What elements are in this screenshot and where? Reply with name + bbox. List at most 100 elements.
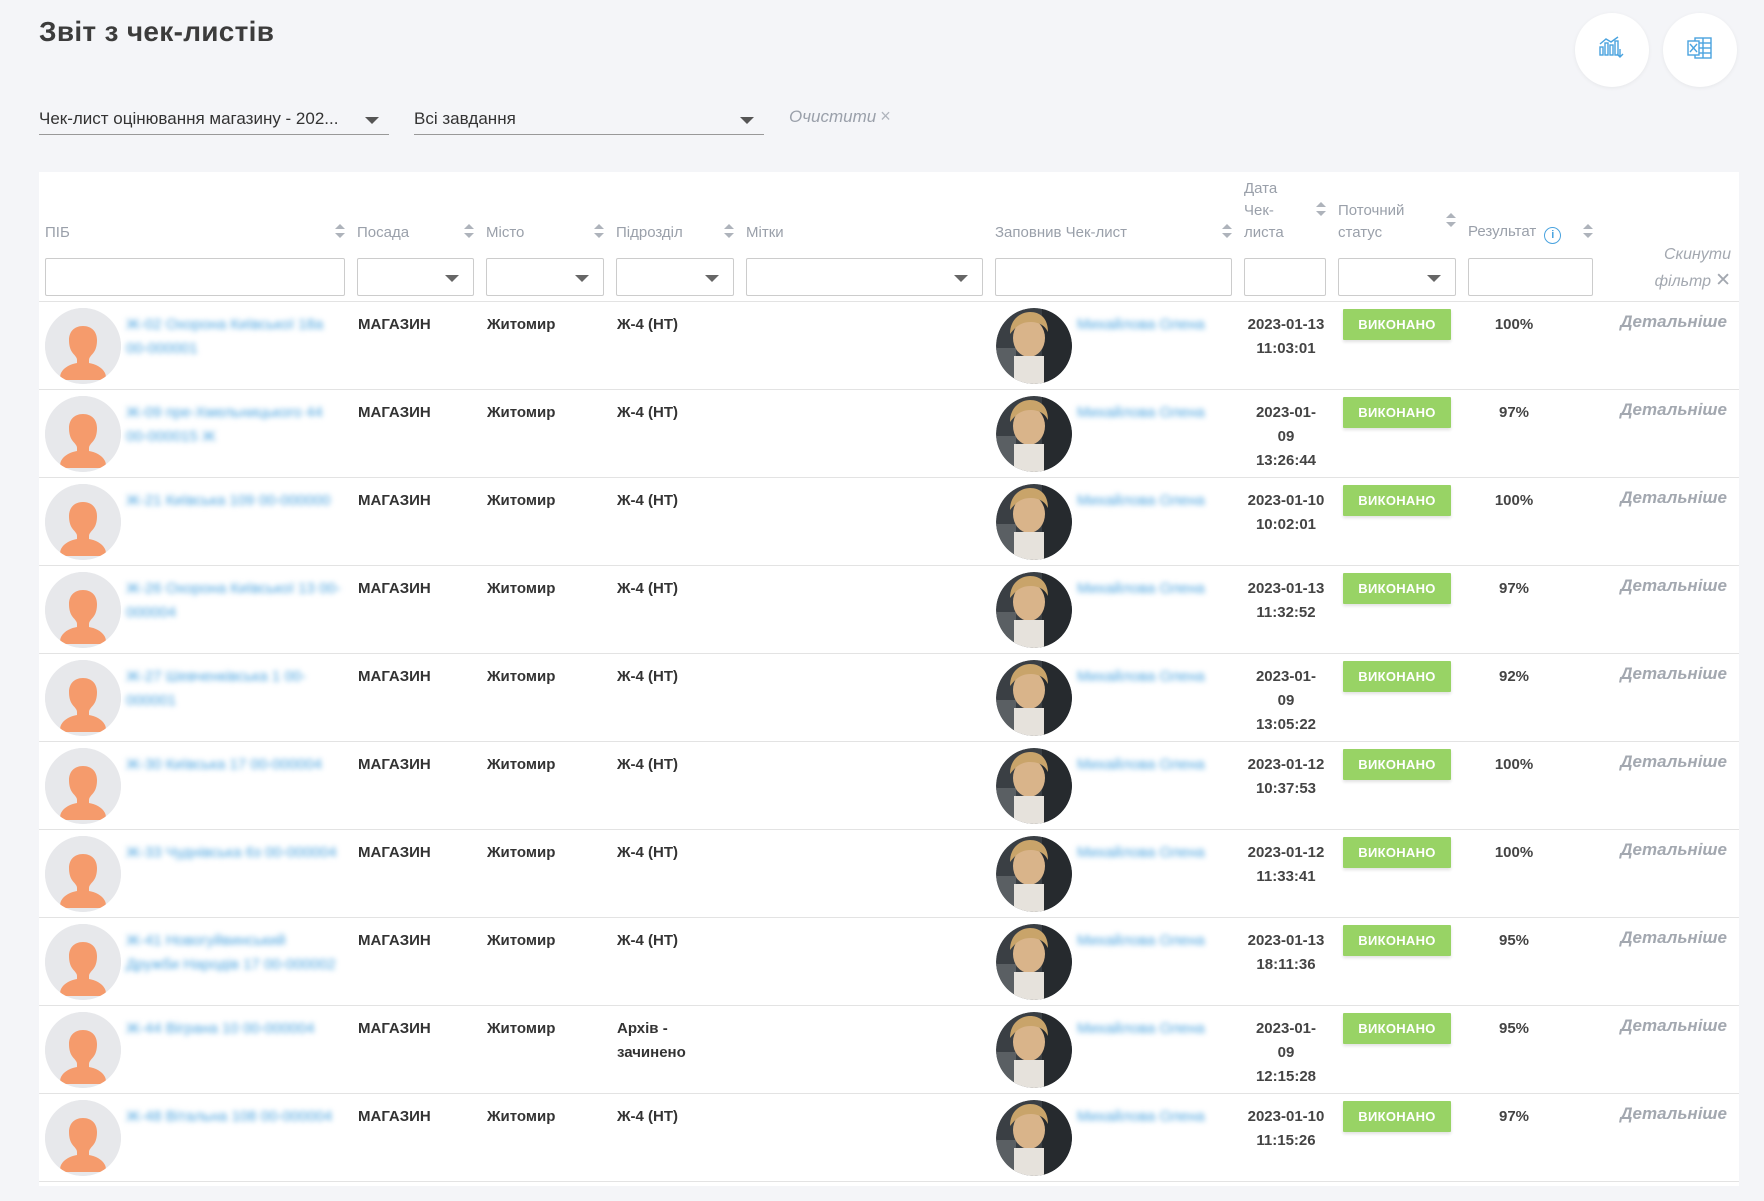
- city-cell: Житомир: [487, 1020, 556, 1037]
- details-link[interactable]: Детальніше: [1620, 928, 1727, 948]
- details-link[interactable]: Детальніше: [1620, 488, 1727, 508]
- position-cell: МАГАЗИН: [358, 492, 431, 509]
- column-label-line: Поточний: [1338, 202, 1405, 219]
- table-row[interactable]: Ж-21 Київська 109 00-000000 МАГАЗИН Житоми…: [39, 478, 1739, 566]
- avatar: [45, 1012, 121, 1088]
- sort-icon[interactable]: [1316, 202, 1326, 216]
- column-header-filled-by[interactable]: Заповнив Чек-лист: [989, 172, 1238, 302]
- filled-by-link[interactable]: Михайлова Олена: [1077, 401, 1212, 425]
- date-filter-input[interactable]: [1244, 258, 1326, 296]
- employee-name-link[interactable]: Ж-02 Охорона Київської 18а 00-000001: [126, 313, 341, 361]
- date-line: 09: [1277, 692, 1295, 709]
- date-line: 2023-01-12: [1247, 756, 1325, 773]
- column-header-city[interactable]: Місто: [480, 172, 610, 302]
- employee-name-link[interactable]: Ж-33 Чуднівська 6з 00-000004: [126, 841, 341, 865]
- employee-name-link[interactable]: Ж-09 пре-Хмельницького 44 00-000015 Ж: [126, 401, 341, 449]
- date-cell: 2023-01-12 11:33:41: [1244, 841, 1328, 889]
- column-label: Місто: [486, 224, 525, 241]
- department-cell: Архів - зачинено: [617, 1020, 686, 1061]
- filled-by-link[interactable]: Михайлова Олена: [1077, 753, 1212, 777]
- details-link[interactable]: Детальніше: [1620, 576, 1727, 596]
- chevron-down-icon: [445, 275, 459, 282]
- employee-name-link[interactable]: Ж-48 Вітальна 108 00-000004: [126, 1105, 341, 1129]
- sort-icon[interactable]: [1222, 224, 1232, 238]
- city-filter-select[interactable]: [486, 258, 604, 296]
- clear-filters-link[interactable]: Очистити ×: [789, 106, 891, 127]
- column-header-name[interactable]: ПІБ: [39, 172, 351, 302]
- details-link[interactable]: Детальніше: [1620, 752, 1727, 772]
- date-line: 2023-01-: [1255, 404, 1317, 421]
- department-filter-select[interactable]: [616, 258, 734, 296]
- sort-icon[interactable]: [335, 224, 345, 238]
- table-row[interactable]: Ж-44 Віграна 10 00-000004 МАГАЗИН Житомир А…: [39, 1006, 1739, 1094]
- excel-export-button[interactable]: [1663, 13, 1737, 87]
- table-row[interactable]: Ж-09 пре-Хмельницького 44 00-000015 Ж МАГ…: [39, 390, 1739, 478]
- position-filter-select[interactable]: [357, 258, 474, 296]
- column-header-position[interactable]: Посада: [351, 172, 480, 302]
- sort-icon[interactable]: [1583, 224, 1593, 238]
- status-badge: ВИКОНАНО: [1343, 661, 1451, 692]
- status-filter-select[interactable]: [1338, 258, 1456, 296]
- avatar: [45, 308, 121, 384]
- details-link[interactable]: Детальніше: [1620, 840, 1727, 860]
- column-header-result[interactable]: Результат i: [1462, 172, 1599, 302]
- reset-filter-link[interactable]: Скинути фільтр ✕: [1655, 242, 1731, 295]
- position-cell: МАГАЗИН: [358, 1108, 431, 1125]
- date-line: 13:26:44: [1255, 452, 1317, 469]
- column-header-tags[interactable]: Мітки: [740, 172, 989, 302]
- filled-by-filter-input[interactable]: [995, 258, 1232, 296]
- date-cell: 2023-01-13 11:32:52: [1244, 577, 1328, 625]
- position-cell: МАГАЗИН: [358, 580, 431, 597]
- date-line: 2023-01-13: [1247, 932, 1325, 949]
- tags-filter-select[interactable]: [746, 258, 983, 296]
- result-filter-input[interactable]: [1468, 258, 1593, 296]
- sort-icon[interactable]: [464, 224, 474, 238]
- date-line: 13:05:22: [1255, 716, 1317, 733]
- filled-by-link[interactable]: Михайлова Олена: [1077, 665, 1212, 689]
- checklist-select[interactable]: Чек-лист оцінювання магазину - 202...: [39, 105, 389, 135]
- table-row[interactable]: Ж-27 Шевченківська 1 00-000001 МАГАЗИН Жит…: [39, 654, 1739, 742]
- column-header-department[interactable]: Підрозділ: [610, 172, 740, 302]
- table-row[interactable]: Ж-26 Охорона Київської 13 00-000004 МАГАЗ…: [39, 566, 1739, 654]
- tasks-select[interactable]: Всі завдання: [414, 105, 764, 135]
- column-label: Заповнив Чек-лист: [995, 224, 1128, 241]
- details-link[interactable]: Детальніше: [1620, 664, 1727, 684]
- date-cell: 2023-01- 09 13:26:44: [1244, 401, 1328, 473]
- filled-by-link[interactable]: Михайлова Олена: [1077, 489, 1212, 513]
- details-link[interactable]: Детальніше: [1620, 312, 1727, 332]
- reset-filter-label: Скинути: [1663, 246, 1731, 263]
- filled-by-link[interactable]: Михайлова Олена: [1077, 313, 1212, 337]
- details-link[interactable]: Детальніше: [1620, 400, 1727, 420]
- table-row[interactable]: Ж-02 Охорона Київської 18а 00-000001 МАГА…: [39, 302, 1739, 390]
- status-badge: ВИКОНАНО: [1343, 749, 1451, 780]
- employee-name-link[interactable]: Ж-30 Київська 17 00-000004: [126, 753, 341, 777]
- employee-name-link[interactable]: Ж-44 Віграна 10 00-000004: [126, 1017, 341, 1041]
- employee-name-link[interactable]: Ж-26 Охорона Київської 13 00-000004: [126, 577, 341, 625]
- filled-by-link[interactable]: Михайлова Олена: [1077, 577, 1212, 601]
- filled-by-link[interactable]: Михайлова Олена: [1077, 841, 1212, 865]
- name-filter-input[interactable]: [45, 258, 345, 296]
- column-label: Мітки: [746, 224, 784, 241]
- date-cell: 2023-01-13 18:11:36: [1244, 929, 1328, 977]
- sort-icon[interactable]: [724, 224, 734, 238]
- details-link[interactable]: Детальніше: [1620, 1016, 1727, 1036]
- info-icon[interactable]: i: [1544, 227, 1562, 244]
- details-link[interactable]: Детальніше: [1620, 1104, 1727, 1124]
- sort-icon[interactable]: [594, 224, 604, 238]
- column-header-date[interactable]: Дата Чек-листа: [1238, 172, 1332, 302]
- column-header-status[interactable]: Поточний статус: [1332, 172, 1462, 302]
- table-row[interactable]: Ж-30 Київська 17 00-000004 МАГАЗИН Житомир…: [39, 742, 1739, 830]
- filled-by-link[interactable]: Михайлова Олена: [1077, 1105, 1212, 1129]
- table-row[interactable]: Ж-41 Новогуйвинський Дружби Народів 17 0…: [39, 918, 1739, 1006]
- sort-icon[interactable]: [1446, 213, 1456, 227]
- table-row[interactable]: Ж-33 Чуднівська 6з 00-000004 МАГАЗИН Житом…: [39, 830, 1739, 918]
- filled-by-link[interactable]: Михайлова Олена: [1077, 929, 1212, 953]
- table-row[interactable]: Ж-48 Вітальна 108 00-000004 МАГАЗИН Житоми…: [39, 1094, 1739, 1182]
- date-line: 2023-01-: [1255, 1020, 1317, 1037]
- clear-filters-label: Очистити: [789, 107, 877, 126]
- employee-name-link[interactable]: Ж-27 Шевченківська 1 00-000001: [126, 665, 341, 713]
- employee-name-link[interactable]: Ж-21 Київська 109 00-000000: [126, 489, 341, 513]
- chart-export-button[interactable]: [1575, 13, 1649, 87]
- employee-name-link[interactable]: Ж-41 Новогуйвинський Дружби Народів 17 0…: [126, 929, 341, 977]
- filled-by-link[interactable]: Михайлова Олена: [1077, 1017, 1212, 1041]
